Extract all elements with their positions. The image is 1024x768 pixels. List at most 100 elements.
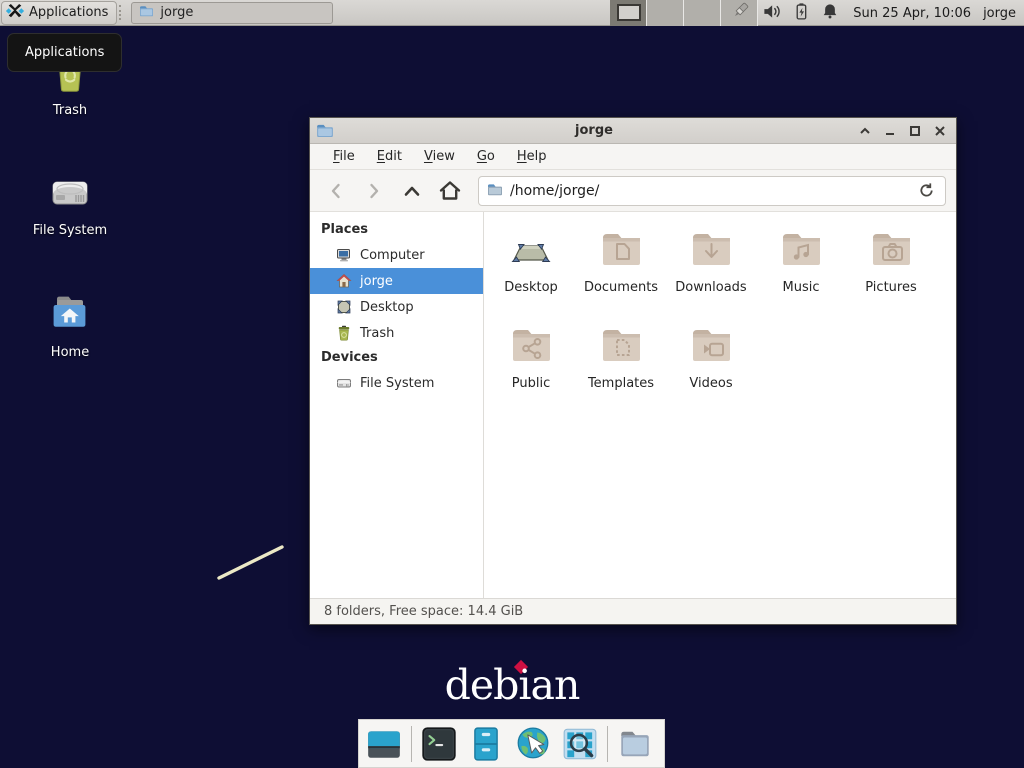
up-button[interactable] [396,176,428,206]
location-bar[interactable] [478,176,946,206]
menu-edit[interactable]: Edit [366,145,413,169]
tasklist-handle[interactable] [119,5,126,20]
folder-label: Documents [576,280,666,295]
folder-music[interactable]: Music [756,226,846,322]
desktop-icon-label: Trash [22,103,118,118]
toolbar [310,170,956,212]
folder-documents[interactable]: Documents [576,226,666,322]
wallpaper-stray-line [212,540,292,585]
dock-separator [607,726,608,762]
desktop-icon [336,299,352,315]
applications-menu-button[interactable]: Applications [1,1,117,25]
sidebar-item-label: File System [360,376,434,391]
home-folder-icon [46,290,94,338]
reload-button[interactable] [915,180,937,202]
menu-view[interactable]: View [413,145,466,169]
back-button[interactable] [320,176,352,206]
desktop-icon-label: Home [22,345,118,360]
file-grid: Desktop Documents [484,212,956,598]
workspace-3[interactable] [684,0,721,26]
stylus-tray-icon[interactable] [731,1,751,25]
folder-label: Templates [576,376,666,391]
statusbar: 8 folders, Free space: 14.4 GiB [310,598,956,624]
file-cabinet-icon [467,725,505,763]
terminal-launcher[interactable] [419,724,459,764]
taskbar-window-button[interactable]: jorge [131,2,333,24]
desktop-icon-home[interactable]: Home [22,290,118,360]
top-panel: Applications jorge [0,0,1024,26]
workspace-window-preview [617,4,641,21]
home-button[interactable] [434,176,466,206]
system-tray: Sun 25 Apr, 10:06 jorge [731,0,1024,26]
folder-public[interactable]: Public [486,322,576,418]
location-folder-icon [487,182,503,200]
sidebar: Places Computer [310,212,484,598]
battery-icon[interactable] [792,2,810,25]
pictures-folder-icon [867,226,915,274]
music-folder-icon [777,226,825,274]
workspace-1[interactable] [610,0,647,26]
sidebar-item-label: Trash [360,326,394,341]
harddrive-icon [336,375,352,391]
app-finder-launcher[interactable] [560,724,600,764]
folder-label: Music [756,280,846,295]
downloads-folder-icon [687,226,735,274]
maximize-button[interactable] [904,120,925,141]
window-controls [854,120,950,141]
shade-button[interactable] [854,120,875,141]
web-browser-launcher[interactable] [513,724,553,764]
folder-desktop[interactable]: Desktop [486,226,576,322]
folder-label: Pictures [846,280,936,295]
public-folder-icon [507,322,555,370]
sidebar-item-label: Computer [360,248,425,263]
sidebar-item-label: jorge [360,274,393,289]
folder-icon [616,725,654,763]
file-manager-window: jorge File Edit View Go Help [309,117,957,625]
window-folder-icon [139,4,154,21]
sidebar-header-places: Places [310,218,483,242]
sidebar-item-jorge[interactable]: jorge [310,268,483,294]
window-body: Places Computer [310,212,956,598]
trash-icon [336,325,352,341]
folder-label: Public [486,376,576,391]
sidebar-header-devices: Devices [310,346,483,370]
folder-downloads[interactable]: Downloads [666,226,756,322]
panel-clock[interactable]: Sun 25 Apr, 10:06 [853,6,971,21]
titlebar[interactable]: jorge [310,118,956,144]
documents-folder-icon [597,226,645,274]
folder-pictures[interactable]: Pictures [846,226,936,322]
xfce-logo-icon [6,2,24,24]
folder-label: Videos [666,376,756,391]
harddrive-icon [46,168,94,216]
volume-icon[interactable] [762,2,781,25]
sidebar-item-desktop[interactable]: Desktop [310,294,483,320]
desktop-icon-file-system[interactable]: File System [22,168,118,238]
notifications-bell-icon[interactable] [821,2,839,24]
show-desktop-button[interactable] [364,724,404,764]
workspace-2[interactable] [647,0,684,26]
location-input[interactable] [510,183,915,199]
menu-help[interactable]: Help [506,145,558,169]
applications-tooltip: Applications [7,33,122,72]
applications-menu-label: Applications [29,5,108,20]
forward-button[interactable] [358,176,390,206]
videos-folder-icon [687,322,735,370]
sidebar-item-trash[interactable]: Trash [310,320,483,346]
window-folder-icon [316,122,334,140]
sidebar-item-file-system[interactable]: File System [310,370,483,396]
taskbar-window-label: jorge [160,5,193,20]
menu-go[interactable]: Go [466,145,506,169]
folder-launcher[interactable] [615,724,655,764]
folder-templates[interactable]: Templates [576,322,666,418]
minimize-button[interactable] [879,120,900,141]
sidebar-item-computer[interactable]: Computer [310,242,483,268]
user-home-icon [336,273,352,289]
menu-file[interactable]: File [322,145,366,169]
panel-username[interactable]: jorge [983,6,1016,21]
folder-videos[interactable]: Videos [666,322,756,418]
terminal-icon [420,725,458,763]
close-button[interactable] [929,120,950,141]
file-manager-launcher[interactable] [466,724,506,764]
folder-label: Desktop [486,280,576,295]
desktop-icon-label: File System [22,223,118,238]
